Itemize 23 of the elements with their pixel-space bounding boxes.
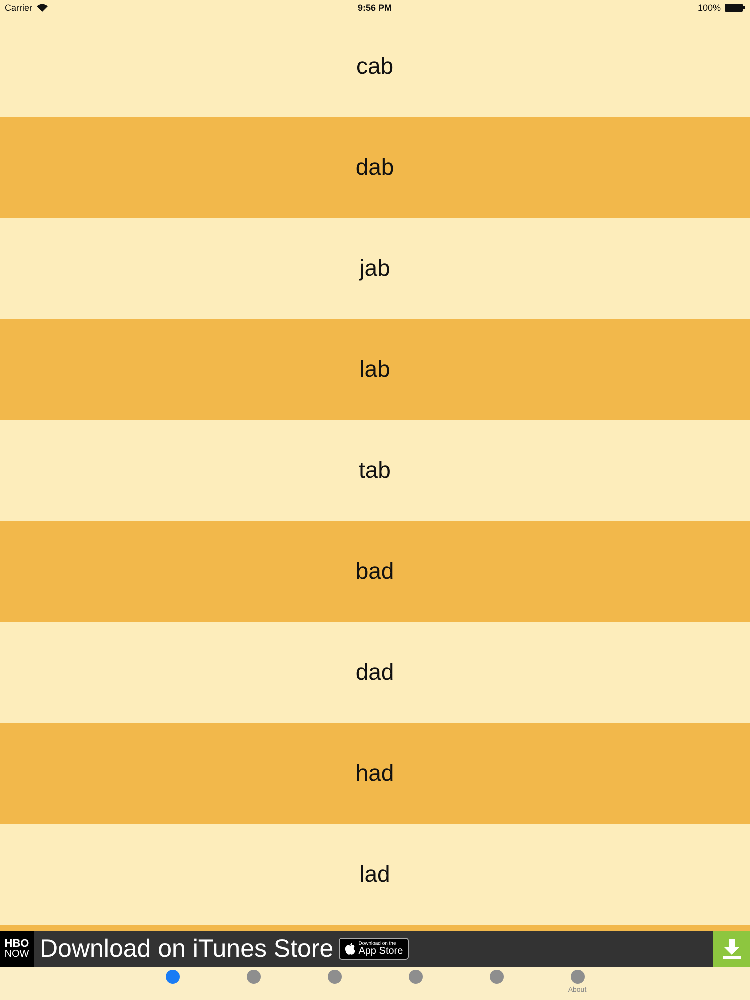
status-time: 9:56 PM (358, 3, 392, 13)
wifi-icon (36, 4, 48, 12)
list-row[interactable]: bad (0, 521, 750, 622)
list-row[interactable]: lab (0, 319, 750, 420)
row-word: dab (356, 154, 394, 181)
row-word: had (356, 760, 394, 787)
list-row[interactable]: dab (0, 117, 750, 218)
carrier-label: Carrier (5, 3, 33, 13)
battery-label: 100% (698, 3, 721, 13)
row-word: cab (356, 53, 394, 80)
hbo-logo: HBO NOW (0, 931, 34, 967)
download-icon (722, 939, 740, 959)
battery-icon (725, 4, 745, 12)
download-button[interactable] (713, 931, 750, 967)
ad-text: Download on iTunes Store (40, 934, 334, 964)
row-word: jab (360, 255, 390, 282)
row-word: bad (356, 558, 394, 585)
apple-icon (344, 942, 356, 956)
row-word: dad (356, 659, 394, 686)
row-word: lad (360, 861, 390, 888)
row-word: lab (360, 356, 390, 383)
row-word: tab (359, 457, 391, 484)
list-row[interactable]: had (0, 723, 750, 824)
